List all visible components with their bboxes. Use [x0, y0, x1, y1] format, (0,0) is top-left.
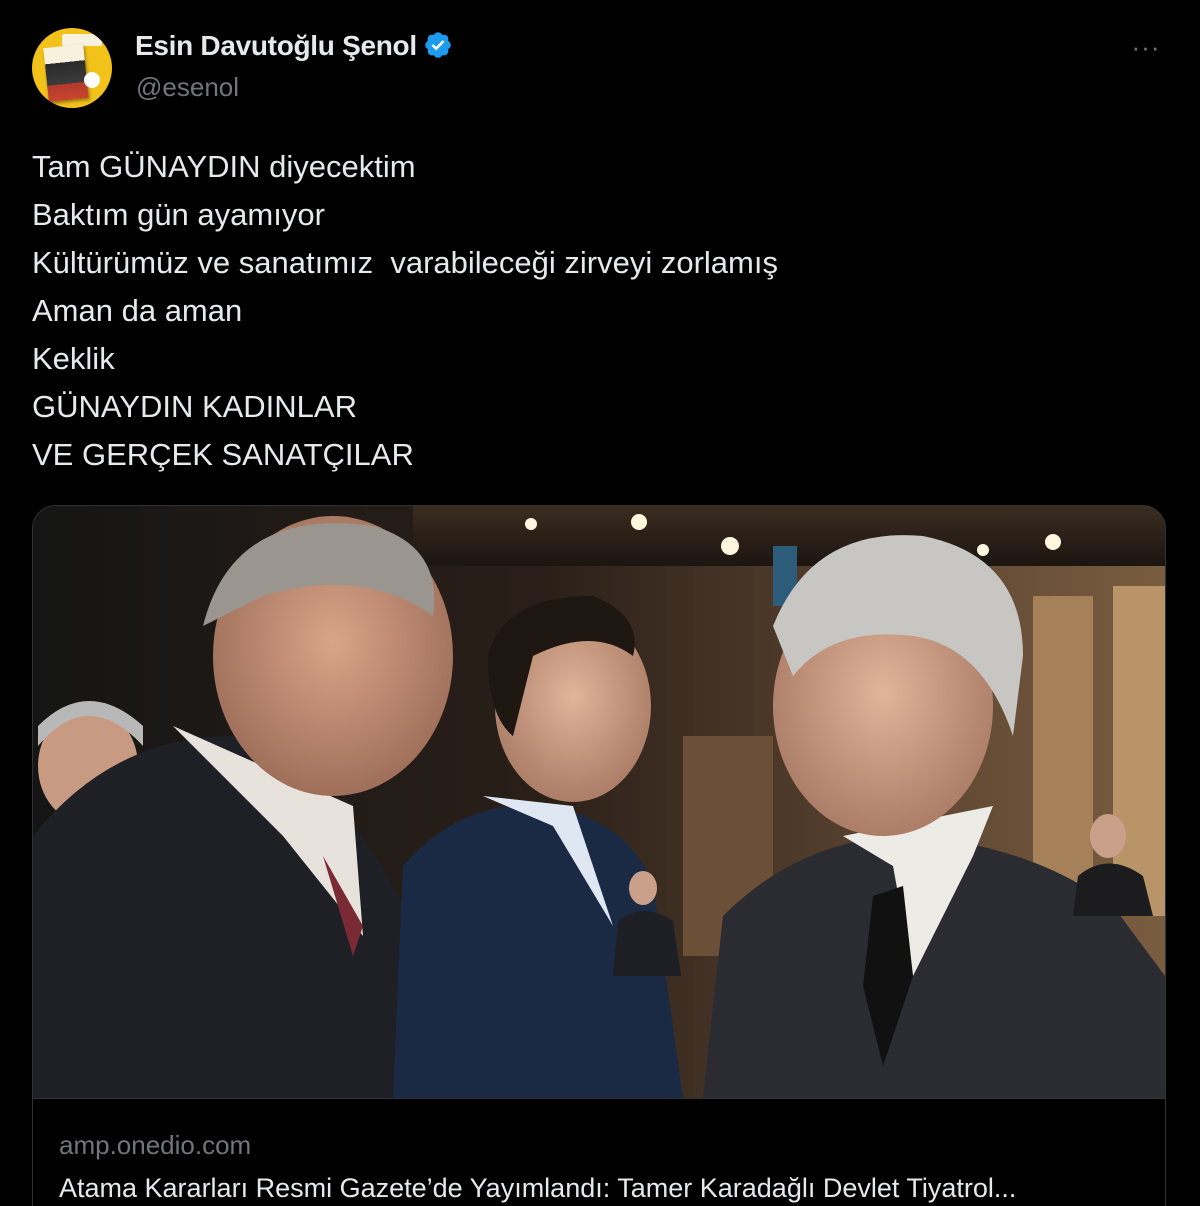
tweet-text-line: Aman da aman	[32, 293, 243, 328]
tweet: Esin Davutoğlu Şenol @esenol ··· Tam GÜN…	[0, 0, 1200, 1206]
author-avatar[interactable]	[32, 28, 112, 108]
link-card-title[interactable]: Atama Kararları Resmi Gazete’de Yayımlan…	[59, 1173, 1139, 1204]
tweet-text-line: Tam GÜNAYDIN diyecektim	[32, 149, 416, 184]
avatar-sticker	[84, 72, 100, 88]
author-display-name-row[interactable]: Esin Davutoğlu Şenol	[135, 30, 453, 62]
tweet-text: Tam GÜNAYDIN diyecektim Baktım gün ayamı…	[32, 143, 1162, 479]
avatar-book-cover	[43, 44, 89, 102]
tweet-text-line: Kültürümüz ve sanatımız varabileceği zir…	[32, 245, 778, 280]
more-options-icon[interactable]: ···	[1126, 34, 1166, 60]
verified-badge-icon	[425, 32, 451, 58]
tweet-text-line: Keklik	[32, 341, 115, 376]
link-card-divider	[33, 1098, 1165, 1099]
tweet-text-line: Baktım gün ayamıyor	[32, 197, 325, 232]
link-card[interactable]: amp.onedio.com Atama Kararları Resmi Gaz…	[32, 505, 1166, 1206]
tweet-text-line: GÜNAYDIN KADINLAR	[32, 389, 357, 424]
author-handle[interactable]: @esenol	[136, 72, 239, 103]
link-card-photo[interactable]	[33, 506, 1165, 1098]
author-display-name[interactable]: Esin Davutoğlu Şenol	[135, 30, 417, 61]
photo-illustration	[33, 506, 1165, 1098]
tweet-text-line: VE GERÇEK SANATÇILAR	[32, 437, 414, 472]
link-card-domain[interactable]: amp.onedio.com	[59, 1130, 251, 1161]
